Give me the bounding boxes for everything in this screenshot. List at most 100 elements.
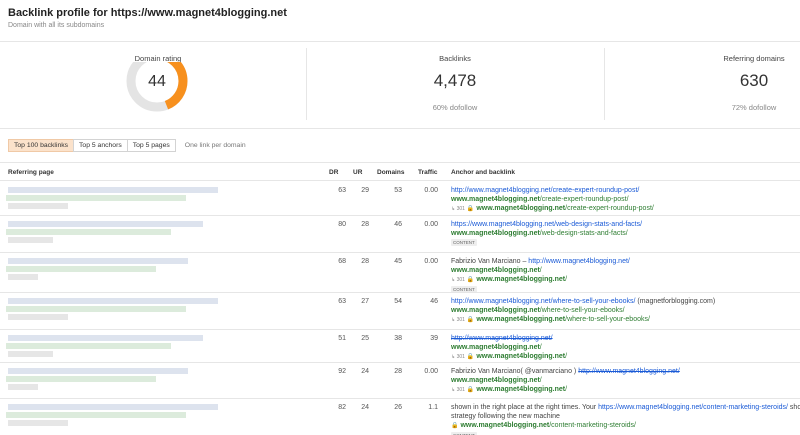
target-path[interactable]: /create-expert-roundup-post/ — [540, 196, 629, 203]
target-domain[interactable]: www.magnet4blogging.net — [451, 307, 540, 314]
anchor-text: http://www.magnet4blogging.net/create-ex… — [451, 186, 654, 195]
tab-top-5-anchors[interactable]: Top 5 anchors — [73, 139, 128, 152]
anchor-backlink-cell: http://www.magnet4blogging.net/create-ex… — [451, 186, 654, 214]
lock-icon: 🔒 — [466, 277, 475, 283]
cell-ur: 24 — [361, 368, 369, 375]
redacted-referring-page — [8, 237, 53, 243]
redirect-domain[interactable]: www.magnet4blogging.net — [476, 353, 565, 360]
col-ur[interactable]: UR — [353, 169, 362, 176]
target-path[interactable]: / — [540, 344, 542, 351]
redacted-referring-page — [6, 412, 186, 418]
col-referring-page[interactable]: Referring page — [8, 169, 54, 176]
anchor-link[interactable]: https://www.magnet4blogging.net/web-desi… — [451, 221, 642, 228]
table-header-divider — [0, 180, 800, 181]
cell-domains: 54 — [394, 298, 402, 305]
target-domain[interactable]: www.magnet4blogging.net — [451, 230, 540, 237]
target-domain[interactable]: www.magnet4blogging.net — [451, 377, 540, 384]
cell-dr: 92 — [338, 368, 346, 375]
redirect-domain[interactable]: www.magnet4blogging.net — [476, 276, 565, 283]
redirect-domain[interactable]: www.magnet4blogging.net — [476, 316, 565, 323]
target-path[interactable]: / — [540, 377, 542, 384]
target-domain[interactable]: www.magnet4blogging.net — [451, 344, 540, 351]
anchor-text-continued: strategy following the new machine — [451, 413, 560, 420]
anchor-link[interactable]: http://www.magnet4blogging.net/ — [451, 335, 553, 342]
redirect-code: 301 — [456, 387, 465, 393]
redirect-path[interactable]: /content-marketing-steroids/ — [549, 422, 636, 429]
cell-dr: 82 — [338, 404, 346, 411]
redacted-referring-page — [8, 404, 218, 410]
anchor-link[interactable]: http://www.magnet4blogging.net/where-to-… — [451, 298, 635, 305]
cell-traffic: 0.00 — [424, 221, 438, 228]
target-path[interactable]: / — [540, 267, 542, 274]
redirect-target[interactable]: ↳ 301 🔒 www.magnet4blogging.net/ — [451, 385, 680, 395]
col-anchor-backlink[interactable]: Anchor and backlink — [451, 169, 515, 176]
anchor-link[interactable]: http://www.magnet4blogging.net/create-ex… — [451, 187, 639, 194]
referring-domains-dofollow: 72% dofollow — [731, 103, 777, 112]
backlink-target[interactable]: www.magnet4blogging.net/ — [451, 343, 567, 352]
cell-dr: 63 — [338, 298, 346, 305]
metrics-divider — [0, 128, 800, 129]
lock-icon: 🔒 — [466, 354, 475, 360]
cell-traffic: 0.00 — [424, 368, 438, 375]
anchor-backlink-cell: http://www.magnet4blogging.net/where-to-… — [451, 297, 715, 325]
metric-divider — [306, 48, 307, 120]
tab-top-5-pages[interactable]: Top 5 pages — [126, 139, 176, 152]
redirect-target[interactable]: ↳ 301 🔒 www.magnet4blogging.net/ — [451, 275, 630, 285]
anchor-prefix: shown in the right place at the right ti… — [451, 404, 599, 411]
redirect-code: 301 — [456, 206, 465, 212]
tab-top-100-backlinks[interactable]: Top 100 backlinks — [8, 139, 75, 152]
row-divider — [0, 329, 800, 330]
page-header: Backlink profile for https://www.magnet4… — [8, 7, 287, 29]
backlink-target[interactable]: www.magnet4blogging.net/web-design-stats… — [451, 229, 642, 238]
anchor-backlink-cell: https://www.magnet4blogging.net/web-desi… — [451, 220, 642, 247]
backlink-target[interactable]: www.magnet4blogging.net/ — [451, 266, 630, 275]
target-path[interactable]: /where-to-sell-your-ebooks/ — [540, 307, 625, 314]
backlinks-metric: Backlinks 4,478 60% dofollow — [380, 54, 530, 112]
redirect-target[interactable]: ↳ 301 🔒 www.magnet4blogging.net/ — [451, 352, 567, 362]
anchor-prefix: Fabrizio Van Marciano – — [451, 258, 529, 265]
anchor-text: https://www.magnet4blogging.net/web-desi… — [451, 220, 642, 229]
col-dr[interactable]: DR — [329, 169, 338, 176]
redirect-domain[interactable]: www.magnet4blogging.net — [476, 386, 565, 393]
col-traffic[interactable]: Traffic — [418, 169, 438, 176]
redirect-target[interactable]: ↳ 301 🔒 www.magnet4blogging.net/where-to… — [451, 315, 715, 325]
anchor-link[interactable]: http://www.magnet4blogging.net/ — [578, 368, 680, 375]
target-domain[interactable]: www.magnet4blogging.net — [451, 267, 540, 274]
cell-dr: 63 — [338, 187, 346, 194]
redirect-target[interactable]: 🔒 www.magnet4blogging.net/content-market… — [451, 421, 800, 431]
anchor-link[interactable]: http://www.magnet4blogging.net/ — [528, 258, 630, 265]
anchor-backlink-cell: shown in the right place at the right ti… — [451, 403, 800, 435]
anchor-suffix: (magnetforblogging.com) — [635, 298, 716, 305]
backlink-target[interactable]: www.magnet4blogging.net/ — [451, 376, 680, 385]
target-path[interactable]: /web-design-stats-and-facts/ — [540, 230, 628, 237]
content-badge: CONTENT — [451, 238, 477, 246]
redirect-target[interactable]: ↳ 301 🔒 www.magnet4blogging.net/create-e… — [451, 204, 654, 214]
redirect-path[interactable]: / — [565, 386, 567, 393]
redirect-path[interactable]: /create-expert-roundup-post/ — [565, 205, 654, 212]
backlink-target[interactable]: www.magnet4blogging.net/where-to-sell-yo… — [451, 306, 715, 315]
redirect-path[interactable]: /where-to-sell-your-ebooks/ — [565, 316, 650, 323]
domain-rating-value: 44 — [148, 73, 166, 90]
redirect-domain[interactable]: www.magnet4blogging.net — [460, 422, 549, 429]
cell-domains: 38 — [394, 335, 402, 342]
referring-domains-value: 630 — [739, 71, 769, 90]
redirect-domain[interactable]: www.magnet4blogging.net — [476, 205, 565, 212]
cell-ur: 25 — [361, 335, 369, 342]
redacted-referring-page — [6, 229, 171, 235]
redirect-path[interactable]: / — [565, 276, 567, 283]
col-domains[interactable]: Domains — [377, 169, 404, 176]
cell-ur: 28 — [361, 221, 369, 228]
anchor-text: http://www.magnet4blogging.net/where-to-… — [451, 297, 715, 306]
anchor-text: Fabrizio Van Marciano( @vanmarciano ) ht… — [451, 367, 680, 376]
backlink-target[interactable]: www.magnet4blogging.net/create-expert-ro… — [451, 195, 654, 204]
redirect-path[interactable]: / — [565, 353, 567, 360]
lock-icon: 🔒 — [466, 387, 475, 393]
redirect-code: 301 — [456, 277, 465, 283]
redacted-referring-page — [6, 376, 156, 382]
anchor-link[interactable]: https://www.magnet4blogging.net/content-… — [598, 404, 788, 411]
redacted-referring-page — [8, 335, 203, 341]
cell-traffic: 46 — [430, 298, 438, 305]
target-domain[interactable]: www.magnet4blogging.net — [451, 196, 540, 203]
redacted-referring-page — [8, 221, 203, 227]
lock-icon: 🔒 — [466, 206, 475, 212]
